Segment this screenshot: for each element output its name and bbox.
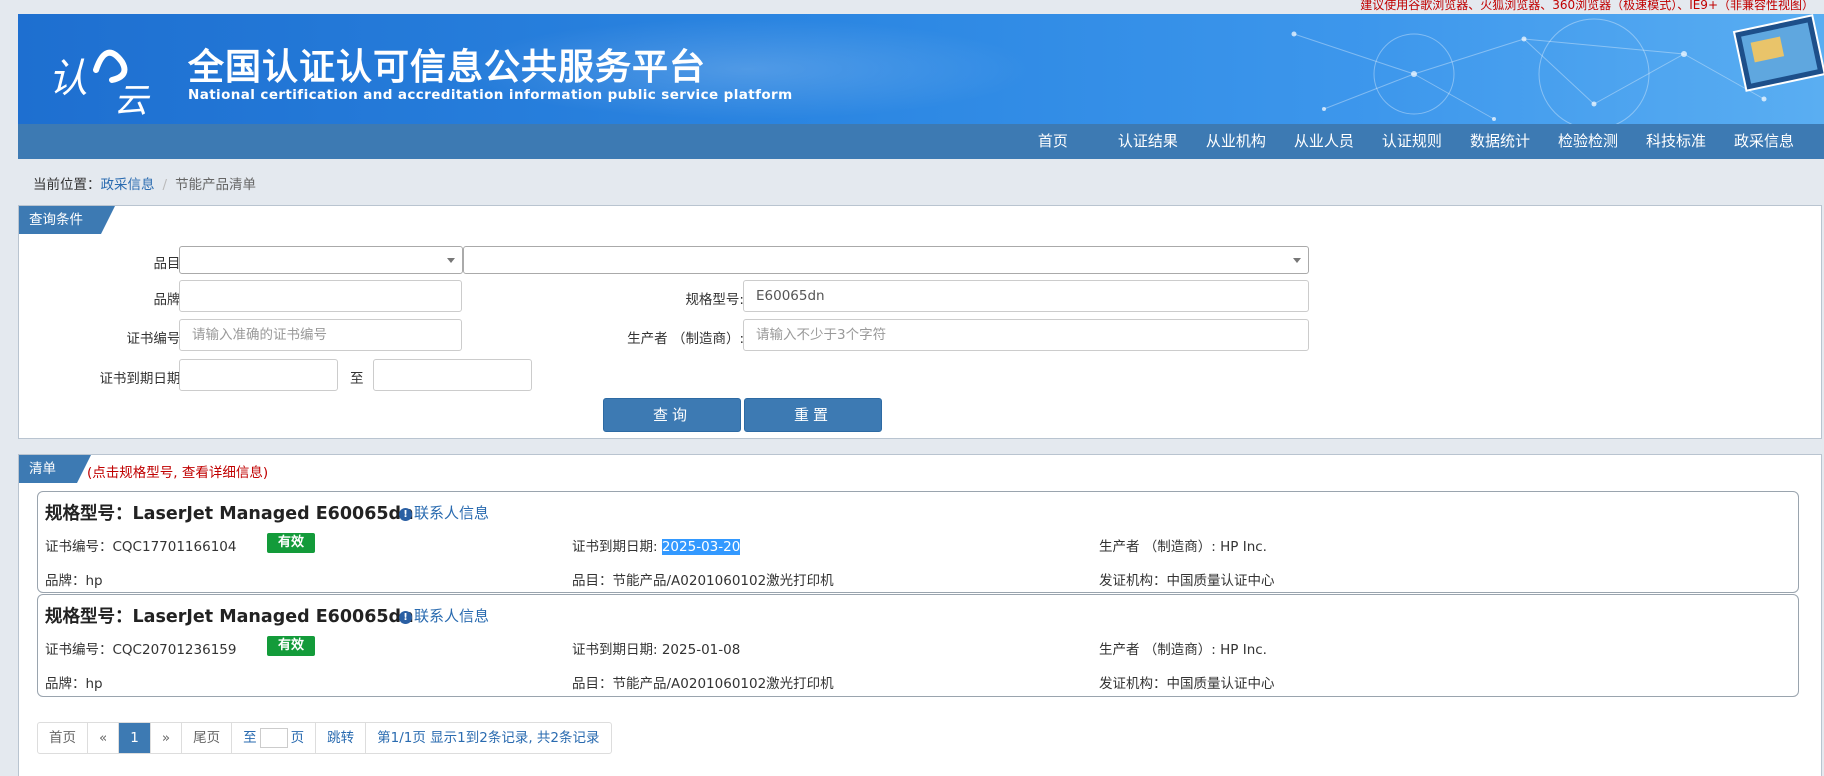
- status-badge: 有效: [267, 636, 315, 656]
- nav-procurement[interactable]: 政采信息: [1720, 124, 1808, 159]
- issuer: 发证机构：中国质量认证中心: [1099, 573, 1275, 589]
- reset-button[interactable]: 重置: [744, 398, 882, 432]
- page-summary: 第1/1页 显示1到2条记录, 共2条记录: [377, 730, 600, 746]
- cert-no-input[interactable]: [179, 319, 462, 351]
- network-decoration: [1291, 14, 1824, 124]
- result-card: 规格型号：LaserJet Managed E60065dn ! 联系人信息 证书…: [37, 594, 1799, 697]
- page-goto: 至页: [232, 723, 317, 753]
- status-badge: 有效: [267, 533, 315, 553]
- nav-standards[interactable]: 科技标准: [1632, 124, 1720, 159]
- nav-personnel[interactable]: 从业人员: [1280, 124, 1368, 159]
- cert-no: 证书编号：CQC17701166104: [45, 539, 237, 555]
- issuer: 发证机构：中国质量认证中心: [1099, 676, 1275, 692]
- chevron-down-icon: [1293, 258, 1301, 263]
- maker-label: 生产者 （制造商）:: [627, 331, 744, 347]
- brand: 品牌：hp: [45, 573, 103, 589]
- breadcrumb-link-procurement[interactable]: 政采信息: [101, 177, 155, 193]
- site-header: 认 云 全国认证认可信息公共服务平台 National certificatio…: [18, 14, 1824, 124]
- contact-info-label: 联系人信息: [414, 504, 490, 522]
- renyun-logo[interactable]: 认 云: [44, 30, 174, 120]
- breadcrumb-current: 节能产品清单: [175, 177, 257, 193]
- nav-cert-rules[interactable]: 认证规则: [1368, 124, 1456, 159]
- expiry-date-label: 证书到期日期:: [572, 539, 662, 555]
- svg-text:云: 云: [114, 81, 151, 120]
- result-card: 规格型号：LaserJet Managed E60065dn ! 联系人信息 证书…: [37, 491, 1799, 593]
- expiry-end-input[interactable]: [373, 359, 532, 391]
- brand: 品牌：hp: [45, 676, 103, 692]
- expiry-start-input[interactable]: [179, 359, 338, 391]
- brand-input[interactable]: [179, 280, 462, 312]
- maker: 生产者 （制造商）: HP Inc.: [1099, 642, 1267, 658]
- expiry-date-field: 证书到期日期: 2025-01-08: [572, 638, 740, 658]
- category: 品目：节能产品/A0201060102激光打印机: [572, 573, 834, 589]
- main-nav: 首页 认证结果 从业机构 从业人员 认证规则 数据统计 检验检测 科技标准 政采…: [18, 124, 1824, 159]
- contact-info-label: 联系人信息: [414, 607, 490, 625]
- page-jump-button[interactable]: 跳转: [316, 723, 367, 753]
- expiry-to-label: 至: [350, 371, 364, 387]
- page-goto-prefix: 至: [243, 730, 257, 746]
- pagination: 首页 « 1 » 尾页 至页 跳转 第1/1页 显示1到2条记录, 共2条记录: [37, 722, 612, 754]
- expiry-date-value: 2025-03-20: [661, 539, 741, 555]
- result-model-title[interactable]: 规格型号：LaserJet Managed E60065dn: [45, 500, 414, 525]
- page-goto-suffix: 页: [290, 730, 305, 746]
- expiry-date-value: 2025-01-08: [661, 642, 741, 658]
- breadcrumb-separator: /: [162, 177, 168, 193]
- list-panel-tab: 清单: [19, 455, 91, 483]
- nav-statistics[interactable]: 数据统计: [1456, 124, 1544, 159]
- result-model-title[interactable]: 规格型号：LaserJet Managed E60065dn: [45, 603, 414, 628]
- page-number-input[interactable]: [259, 728, 288, 748]
- model-input[interactable]: [743, 280, 1309, 312]
- nav-inspection[interactable]: 检验检测: [1544, 124, 1632, 159]
- expiry-date-label: 证书到期日期:: [572, 642, 662, 658]
- query-panel: 查询条件 品目: 品牌: 规格型号: 证书编号: 生产者 （制造商）: 证书到期…: [18, 205, 1822, 439]
- search-button[interactable]: 查询: [603, 398, 741, 432]
- site-subtitle: National certification and accreditation…: [188, 87, 793, 103]
- breadcrumb-label: 当前位置：: [33, 177, 101, 193]
- page-prev-button[interactable]: «: [88, 723, 120, 753]
- breadcrumb: 当前位置：政采信息 / 节能产品清单: [33, 173, 256, 193]
- info-icon: !: [399, 611, 412, 624]
- nav-cert-results[interactable]: 认证结果: [1104, 124, 1192, 159]
- svg-text:认: 认: [48, 56, 88, 102]
- page-first-button[interactable]: 首页: [38, 723, 88, 753]
- category: 品目：节能产品/A0201060102激光打印机: [572, 676, 834, 692]
- nav-institutions[interactable]: 从业机构: [1192, 124, 1280, 159]
- chevron-down-icon: [447, 258, 455, 263]
- page-last-button[interactable]: 尾页: [182, 723, 233, 753]
- contact-info-link[interactable]: ! 联系人信息: [399, 605, 489, 626]
- cert-no-label: 证书编号:: [126, 331, 185, 347]
- info-icon: !: [399, 508, 412, 521]
- cert-no: 证书编号：CQC20701236159: [45, 642, 237, 658]
- site-title: 全国认证认可信息公共服务平台: [188, 47, 707, 88]
- expiry-label: 证书到期日期:: [99, 371, 185, 387]
- category-select-level1[interactable]: [179, 246, 463, 274]
- page-1-button[interactable]: 1: [119, 723, 151, 753]
- category-select-level2[interactable]: [463, 246, 1309, 274]
- nav-home[interactable]: 首页: [1024, 124, 1104, 159]
- list-note: (点击规格型号, 查看详细信息): [87, 465, 269, 481]
- page-next-button[interactable]: »: [151, 723, 183, 753]
- query-panel-tab: 查询条件: [19, 206, 115, 234]
- expiry-date-field: 证书到期日期: 2025-03-20: [572, 535, 741, 555]
- contact-info-link[interactable]: ! 联系人信息: [399, 502, 489, 523]
- maker-input[interactable]: [743, 319, 1309, 351]
- maker: 生产者 （制造商）: HP Inc.: [1099, 539, 1267, 555]
- model-label: 规格型号:: [685, 292, 744, 308]
- browser-tip: 建议使用谷歌浏览器、火狐浏览器、360浏览器（极速模式）、IE9+（非兼容性视图…: [1360, 0, 1814, 12]
